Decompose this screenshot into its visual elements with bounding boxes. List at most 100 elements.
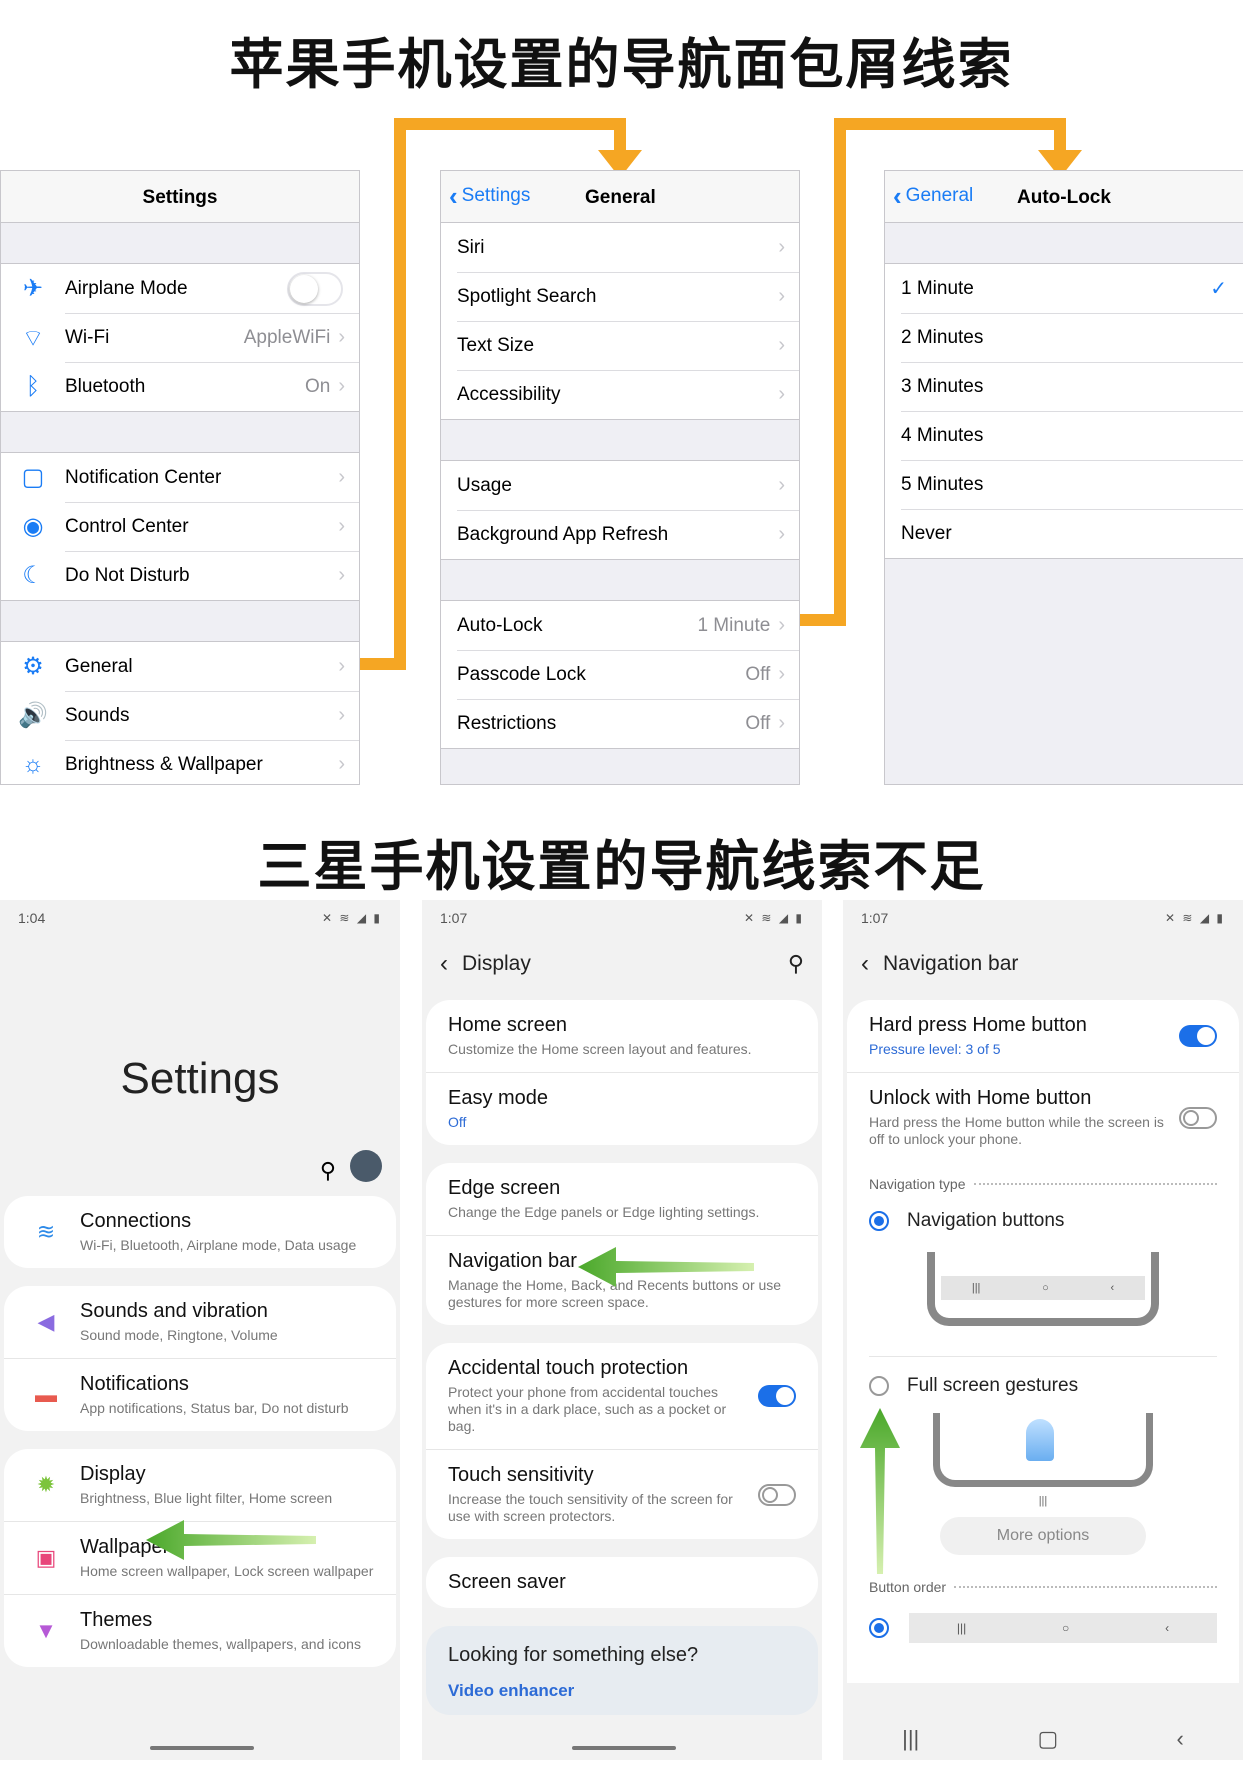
touch-sensitivity-switch[interactable] xyxy=(758,1483,796,1506)
row-label: Bluetooth xyxy=(65,375,146,397)
settings-row-brightness-wallpaper[interactable]: ☼ Brightness & Wallpaper › xyxy=(1,740,359,784)
settings-list: ≋ Connections Wi-Fi, Bluetooth, Airplane m… xyxy=(0,1196,400,1667)
settings-item-themes[interactable]: ▼ Themes Downloadable themes, wallpapers, … xyxy=(4,1594,396,1667)
display-item-accidental-touch-protection[interactable]: Accidental touch protection Protect your … xyxy=(426,1343,818,1449)
back-icon[interactable]: ‹ xyxy=(1177,1726,1184,1752)
full-screen-gestures-option[interactable]: Full screen gestures xyxy=(847,1357,1239,1407)
airplane-icon: ✈ xyxy=(22,275,44,302)
green-arrow-left xyxy=(578,1247,754,1287)
display-card: Edge screen Change the Edge panels or Edg… xyxy=(426,1163,818,1325)
settings-row-airplane-mode[interactable]: ✈ Airplane Mode xyxy=(1,264,359,313)
display-list: Home screen Customize the Home screen lay… xyxy=(422,1000,822,1608)
wallpaper-icon: ▣ xyxy=(35,1545,57,1570)
speaker-icon: ◀ xyxy=(37,1309,55,1334)
general-row-auto-lock[interactable]: Auto-Lock 1 Minute › xyxy=(441,601,799,650)
navbar-settings-card: Hard press Home button Pressure level: 3… xyxy=(847,1000,1239,1683)
general-row-restrictions[interactable]: Restrictions Off › xyxy=(441,699,799,748)
video-enhancer-link[interactable]: Video enhancer xyxy=(448,1681,796,1701)
settings-row-do-not-disturb[interactable]: ☾ Do Not Disturb › xyxy=(1,551,359,600)
row-label: Text Size xyxy=(457,334,535,356)
suggestion-card: Looking for something else? Video enhanc… xyxy=(426,1626,818,1715)
radio-button-order[interactable] xyxy=(869,1618,889,1638)
settings-row-sounds[interactable]: 🔊 Sounds › xyxy=(1,691,359,740)
autolock-option-1-minute[interactable]: 1 Minute ✓ xyxy=(885,264,1243,313)
display-item-touch-sensitivity[interactable]: Touch sensitivity Increase the touch sens… xyxy=(426,1449,818,1539)
chevron-left-icon: ‹ xyxy=(449,181,458,211)
section-label-text: Navigation type xyxy=(869,1176,966,1192)
unlock-switch[interactable] xyxy=(1179,1106,1217,1129)
checkmark-icon: ✓ xyxy=(1210,278,1227,300)
display-item-edge-screen[interactable]: Edge screen Change the Edge panels or Edg… xyxy=(426,1163,818,1235)
connector-line xyxy=(614,118,626,154)
settings-row-bluetooth[interactable]: ᛒ Bluetooth On › xyxy=(1,362,359,411)
row-label: 2 Minutes xyxy=(901,326,984,348)
hard-press-row[interactable]: Hard press Home button Pressure level: 3… xyxy=(847,1000,1239,1072)
display-item-easy-mode[interactable]: Easy mode Off xyxy=(426,1072,818,1145)
chevron-right-icon: › xyxy=(338,753,345,775)
row-label: Control Center xyxy=(65,515,189,537)
radio-full-screen-gestures[interactable] xyxy=(869,1376,889,1396)
back-button[interactable]: ‹ Settings xyxy=(449,181,530,211)
green-arrow-up xyxy=(860,1408,900,1574)
avatar[interactable] xyxy=(350,1150,382,1182)
connector-line xyxy=(834,118,846,626)
general-row-usage[interactable]: Usage › xyxy=(441,461,799,510)
option-label: Navigation buttons xyxy=(907,1210,1065,1231)
hard-press-switch[interactable] xyxy=(1179,1025,1217,1047)
back-icon[interactable]: ‹ xyxy=(440,950,448,978)
button-order-label: Button order xyxy=(847,1579,1239,1595)
general-row-spotlight-search[interactable]: Spotlight Search › xyxy=(441,272,799,321)
home-icon[interactable]: ▢ xyxy=(1038,1726,1059,1752)
item-title: Accidental touch protection xyxy=(448,1357,689,1379)
app-bar: ‹ Display ⚲ xyxy=(422,936,822,992)
search-icon[interactable]: ⚲ xyxy=(320,1158,336,1184)
autolock-option-3-minutes[interactable]: 3 Minutes xyxy=(885,362,1243,411)
unlock-row[interactable]: Unlock with Home button Hard press the H… xyxy=(847,1072,1239,1162)
airplane-mode-toggle[interactable] xyxy=(287,271,343,306)
general-row-siri[interactable]: Siri › xyxy=(441,223,799,272)
back-icon: ‹ xyxy=(1165,1621,1170,1635)
home-icon: ○ xyxy=(1062,1621,1070,1635)
general-row-accessibility[interactable]: Accessibility › xyxy=(441,370,799,419)
back-button[interactable]: ‹ General xyxy=(893,183,973,209)
settings-row-general[interactable]: ⚙ General › xyxy=(1,642,359,691)
display-item-home-screen[interactable]: Home screen Customize the Home screen lay… xyxy=(426,1000,818,1072)
item-title: Screen saver xyxy=(448,1571,566,1593)
page-title: Auto-Lock xyxy=(1017,187,1111,208)
settings-item-display[interactable]: ✹ Display Brightness, Blue light filter, H… xyxy=(4,1449,396,1521)
general-row-background-app-refresh[interactable]: Background App Refresh › xyxy=(441,510,799,559)
item-text: Display Brightness, Blue light filter, Ho… xyxy=(80,1463,374,1507)
display-card: Home screen Customize the Home screen lay… xyxy=(426,1000,818,1145)
settings-row-notification-center[interactable]: ▢ Notification Center › xyxy=(1,453,359,502)
row-label: Wi-Fi xyxy=(65,326,110,348)
system-navigation-bar: ||| ▢ ‹ xyxy=(843,1718,1243,1760)
wifi-icon: ≋ xyxy=(36,1219,56,1244)
samsung-settings-screen: 1:04 ✕ ≋ ◢ ▮ Settings ⚲ ≋ Connections Wi-F… xyxy=(0,900,400,1760)
display-item-screen-saver[interactable]: Screen saver xyxy=(426,1557,818,1608)
settings-group: Auto-Lock 1 Minute › Passcode Lock Off › Restr… xyxy=(441,600,799,749)
radio-navigation-buttons[interactable] xyxy=(869,1211,889,1231)
autolock-option-2-minutes[interactable]: 2 Minutes xyxy=(885,313,1243,362)
settings-item-sounds-and-vibration[interactable]: ◀ Sounds and vibration Sound mode, Rington… xyxy=(4,1286,396,1358)
autolock-option-4-minutes[interactable]: 4 Minutes xyxy=(885,411,1243,460)
row-label: Passcode Lock xyxy=(457,663,586,685)
navigation-buttons-option[interactable]: Navigation buttons xyxy=(847,1192,1239,1242)
recents-icon[interactable]: ||| xyxy=(902,1726,919,1752)
search-icon[interactable]: ⚲ xyxy=(788,951,804,977)
accidental-touch-protection-switch[interactable] xyxy=(758,1385,796,1407)
autolock-option-5-minutes[interactable]: 5 Minutes xyxy=(885,460,1243,509)
settings-row-wi-fi[interactable]: ⌔ Wi-Fi AppleWiFi › xyxy=(1,313,359,362)
back-icon[interactable]: ‹ xyxy=(861,950,869,978)
sun-icon: ☼ xyxy=(22,750,44,778)
more-options-button[interactable]: More options xyxy=(940,1517,1146,1555)
settings-row-control-center[interactable]: ◉ Control Center › xyxy=(1,502,359,551)
settings-item-notifications[interactable]: ▬ Notifications App notifications, Status … xyxy=(4,1358,396,1431)
autolock-option-never[interactable]: Never xyxy=(885,509,1243,558)
general-row-text-size[interactable]: Text Size › xyxy=(441,321,799,370)
general-row-passcode-lock[interactable]: Passcode Lock Off › xyxy=(441,650,799,699)
chevron-right-icon: › xyxy=(778,383,785,405)
settings-item-connections[interactable]: ≋ Connections Wi-Fi, Bluetooth, Airplane m… xyxy=(4,1196,396,1268)
home-indicator xyxy=(572,1746,676,1750)
button-order-option[interactable]: ||| ○ ‹ xyxy=(847,1595,1239,1683)
settings-card: ◀ Sounds and vibration Sound mode, Rington… xyxy=(4,1286,396,1431)
